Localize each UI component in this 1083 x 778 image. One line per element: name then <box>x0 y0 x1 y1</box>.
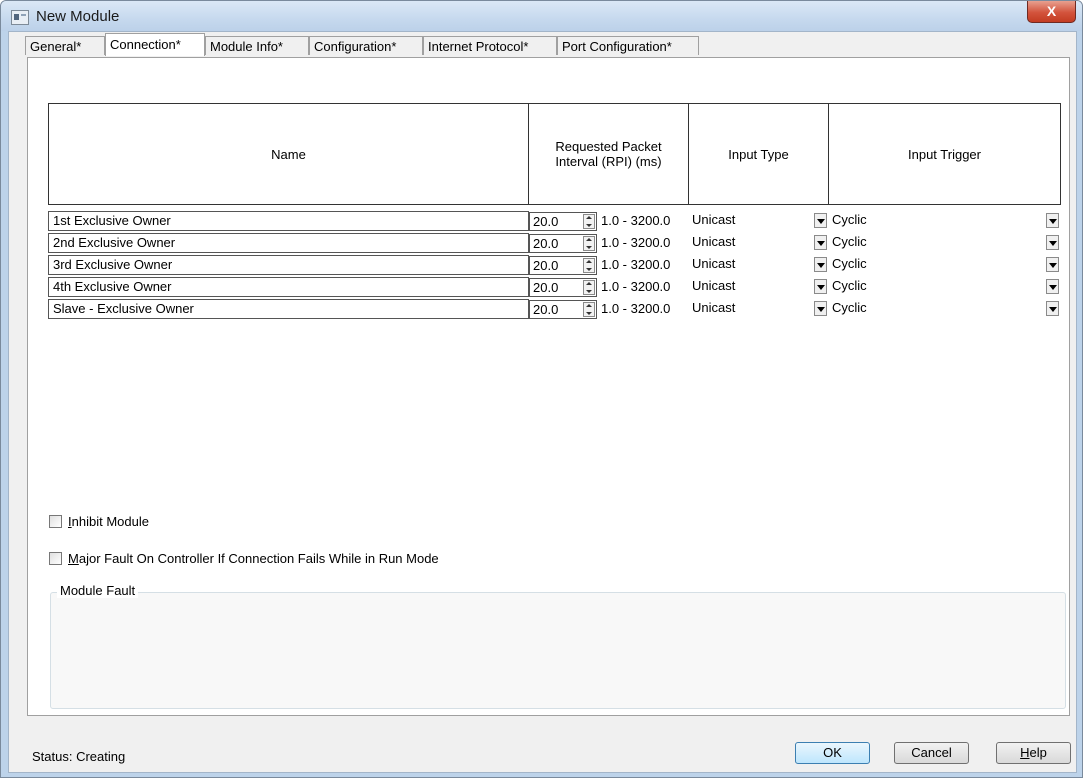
input-type-select[interactable]: Unicast <box>688 255 829 275</box>
inhibit-module-label-rest: nhibit Module <box>71 514 149 529</box>
close-button[interactable]: X <box>1027 1 1076 23</box>
column-header-name: Name <box>48 103 529 205</box>
table-row[interactable]: 3rd Exclusive Owner 20.0 1.0 - 3200.0 Un… <box>48 255 1061 276</box>
rpi-input[interactable]: 20.0 <box>529 278 597 297</box>
module-fault-label: Module Fault <box>57 583 139 598</box>
rpi-value: 20.0 <box>533 236 559 251</box>
column-header-input-type: Input Type <box>688 103 829 205</box>
tab-internet-protocol[interactable]: Internet Protocol* <box>423 36 557 55</box>
table-row[interactable]: 4th Exclusive Owner 20.0 1.0 - 3200.0 Un… <box>48 277 1061 298</box>
rpi-value: 20.0 <box>533 258 559 273</box>
chevron-down-icon[interactable] <box>1046 279 1059 294</box>
column-header-rpi: Requested Packet Interval (RPI) (ms) <box>528 103 689 205</box>
input-type-value: Unicast <box>692 234 736 249</box>
chevron-down-icon[interactable] <box>1046 301 1059 316</box>
input-type-value: Unicast <box>692 300 736 315</box>
rpi-range: 1.0 - 3200.0 <box>601 235 671 250</box>
input-type-select[interactable]: Unicast <box>688 233 829 253</box>
connection-name: Slave - Exclusive Owner <box>48 299 529 319</box>
rpi-input[interactable]: 20.0 <box>529 300 597 319</box>
checkbox-box[interactable] <box>49 552 62 565</box>
chevron-down-icon[interactable] <box>814 235 827 250</box>
input-trigger-select[interactable]: Cyclic <box>828 277 1061 297</box>
input-trigger-select[interactable]: Cyclic <box>828 233 1061 253</box>
rpi-value: 20.0 <box>533 280 559 295</box>
module-icon <box>11 10 29 25</box>
chevron-down-icon[interactable] <box>1046 235 1059 250</box>
status-text: Status: Creating <box>32 749 126 764</box>
chevron-down-icon[interactable] <box>814 257 827 272</box>
rpi-spinner-icon[interactable] <box>583 236 595 251</box>
rpi-input[interactable]: 20.0 <box>529 234 597 253</box>
connection-name: 2nd Exclusive Owner <box>48 233 529 253</box>
input-type-value: Unicast <box>692 278 736 293</box>
input-type-select[interactable]: Unicast <box>688 211 829 231</box>
chevron-down-icon[interactable] <box>814 213 827 228</box>
input-type-value: Unicast <box>692 212 736 227</box>
major-fault-label-rest: ajor Fault On Controller If Connection F… <box>78 551 439 566</box>
connection-name: 1st Exclusive Owner <box>48 211 529 231</box>
table-row[interactable]: Slave - Exclusive Owner 20.0 1.0 - 3200.… <box>48 299 1061 320</box>
rpi-input[interactable]: 20.0 <box>529 256 597 275</box>
rpi-spinner-icon[interactable] <box>583 280 595 295</box>
tab-configuration[interactable]: Configuration* <box>309 36 423 55</box>
rpi-range: 1.0 - 3200.0 <box>601 257 671 272</box>
rpi-range: 1.0 - 3200.0 <box>601 301 671 316</box>
rpi-spinner-icon[interactable] <box>583 258 595 273</box>
connection-name: 3rd Exclusive Owner <box>48 255 529 275</box>
cancel-button[interactable]: Cancel <box>894 742 969 764</box>
window-title: New Module <box>36 8 120 25</box>
major-fault-label: Major Fault On Controller If Connection … <box>68 551 439 566</box>
table-row[interactable]: 2nd Exclusive Owner 20.0 1.0 - 3200.0 Un… <box>48 233 1061 254</box>
major-fault-accelerator: M <box>68 551 79 566</box>
input-trigger-value: Cyclic <box>832 212 867 227</box>
column-header-rpi-label: Requested Packet Interval (RPI) (ms) <box>555 139 662 169</box>
chevron-down-icon[interactable] <box>1046 257 1059 272</box>
rpi-range: 1.0 - 3200.0 <box>601 213 671 228</box>
rpi-value: 20.0 <box>533 214 559 229</box>
table-row[interactable]: 1st Exclusive Owner 20.0 1.0 - 3200.0 Un… <box>48 211 1061 232</box>
input-trigger-value: Cyclic <box>832 256 867 271</box>
input-trigger-select[interactable]: Cyclic <box>828 255 1061 275</box>
column-header-name-label: Name <box>271 146 306 162</box>
tab-general[interactable]: General* <box>25 36 105 55</box>
inhibit-module-label: Inhibit Module <box>68 514 149 529</box>
input-trigger-select[interactable]: Cyclic <box>828 299 1061 319</box>
chevron-down-icon[interactable] <box>814 301 827 316</box>
inhibit-module-checkbox[interactable]: Inhibit Module <box>49 514 149 529</box>
module-fault-group <box>50 592 1066 709</box>
column-header-input-type-label: Input Type <box>728 146 789 162</box>
rpi-range: 1.0 - 3200.0 <box>601 279 671 294</box>
tab-connection[interactable]: Connection* <box>105 33 205 56</box>
ok-button[interactable]: OK <box>795 742 870 764</box>
rpi-spinner-icon[interactable] <box>583 214 595 229</box>
help-label-rest: elp <box>1029 745 1047 760</box>
input-type-value: Unicast <box>692 256 736 271</box>
title-bar: New Module X <box>1 1 1082 31</box>
rpi-input[interactable]: 20.0 <box>529 212 597 231</box>
input-type-select[interactable]: Unicast <box>688 277 829 297</box>
column-header-input-trigger: Input Trigger <box>828 103 1061 205</box>
tab-port-configuration[interactable]: Port Configuration* <box>557 36 699 55</box>
new-module-window: New Module X General* Connection* Module… <box>0 0 1083 778</box>
connection-name: 4th Exclusive Owner <box>48 277 529 297</box>
rpi-spinner-icon[interactable] <box>583 302 595 317</box>
chevron-down-icon[interactable] <box>814 279 827 294</box>
input-type-select[interactable]: Unicast <box>688 299 829 319</box>
connections-grid: Name Requested Packet Interval (RPI) (ms… <box>48 103 1061 325</box>
tab-module-info[interactable]: Module Info* <box>205 36 309 55</box>
chevron-down-icon[interactable] <box>1046 213 1059 228</box>
input-trigger-select[interactable]: Cyclic <box>828 211 1061 231</box>
column-header-input-trigger-label: Input Trigger <box>908 146 981 162</box>
help-button[interactable]: Help <box>996 742 1071 764</box>
major-fault-checkbox[interactable]: Major Fault On Controller If Connection … <box>49 551 439 566</box>
help-accelerator: H <box>1020 745 1030 760</box>
input-trigger-value: Cyclic <box>832 278 867 293</box>
checkbox-box[interactable] <box>49 515 62 528</box>
input-trigger-value: Cyclic <box>832 234 867 249</box>
input-trigger-value: Cyclic <box>832 300 867 315</box>
rpi-value: 20.0 <box>533 302 559 317</box>
